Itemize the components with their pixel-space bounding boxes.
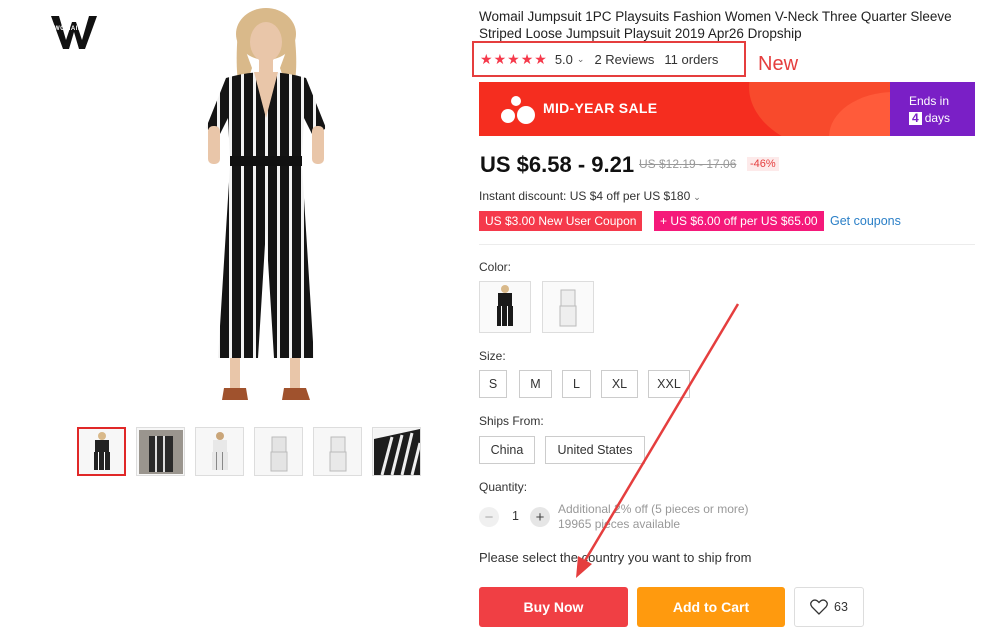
quantity-info: Additional 2% off (5 pieces or more) 199… [558,502,749,532]
instant-discount[interactable]: Instant discount: US $4 off per US $180 ⌄ [479,189,711,203]
size-option-s[interactable]: S [479,370,507,398]
product-title: Womail Jumpsuit 1PC Playsuits Fashion Wo… [479,9,952,41]
star-icon: ★ [493,51,507,67]
color-option-black[interactable] [479,281,531,333]
instant-discount-text: Instant discount: US $4 off per US $180 [479,189,691,203]
thumbnail-3[interactable] [195,427,244,476]
logo-mark [51,16,97,49]
thumbnail-4[interactable] [254,427,303,476]
thumbnail-2[interactable] [136,427,185,476]
thumbnail-1[interactable] [77,427,126,476]
star-icon: ★ [507,51,520,67]
size-option-l[interactable]: L [562,370,591,398]
ships-from-label: Ships From: [479,414,544,428]
rating-value: 5.0 [554,51,573,67]
current-price: US $6.58 - 9.21 [480,152,635,177]
chevron-down-icon[interactable]: ⌄ [577,54,585,65]
new-user-coupon[interactable]: US $3.00 New User Coupon [479,211,643,231]
star-icon: ★ [520,51,534,67]
main-product-image[interactable] [186,8,346,414]
quantity-decrease-button[interactable]: − [479,507,499,527]
size-option-xl[interactable]: XL [601,370,638,398]
star-icon: ★ [480,51,493,67]
size-option-xxl[interactable]: XXL [648,370,690,398]
wishlist-button[interactable]: 63 [794,587,864,627]
brand-logo[interactable]: WOMAIL [50,14,98,50]
rating-summary[interactable]: ★ ★ ★ ★ ★ 5.0 ⌄ 2 Reviews 11 orders [472,41,746,77]
ship-country-message: Please select the country you want to sh… [479,550,752,565]
chevron-down-icon[interactable]: ⌄ [693,192,701,202]
thumbnail-strip [77,427,421,476]
star-rating: ★ ★ ★ ★ ★ [480,52,547,66]
thumbnail-6[interactable] [372,427,421,476]
logo-text: WOMAIL [54,26,82,32]
thumbnail-5[interactable] [313,427,362,476]
wishlist-count: 63 [834,600,848,614]
store-coupon[interactable]: + US $6.00 off per US $65.00 [654,211,824,231]
size-option-m[interactable]: M [519,370,552,398]
divider [479,244,975,245]
ends-in-number: 4 [909,112,922,125]
orders-count: 11 orders [664,51,719,67]
discount-badge: -46% [747,157,779,171]
heart-icon [810,599,828,615]
add-to-cart-button[interactable]: Add to Cart [637,587,785,627]
quantity-increase-button[interactable]: + [530,507,550,527]
ends-in-unit: days [924,111,951,125]
color-label: Color: [479,260,512,274]
sale-logo-icon [501,109,515,123]
reviews-link[interactable]: 2 Reviews [594,52,654,67]
sale-countdown: Ends in 4 days [890,82,975,136]
quantity-value[interactable]: 1 [512,509,519,523]
annotation-new-label: New [758,53,799,75]
original-price: US $12.19 - 17.06 [639,157,737,171]
color-option-white[interactable] [542,281,594,333]
quantity-label: Quantity: [479,480,528,494]
sale-title: MID-YEAR SALE [543,100,658,116]
star-icon: ★ [534,51,547,67]
ships-from-united-states[interactable]: United States [545,436,645,464]
mid-year-sale-banner[interactable]: MID-YEAR SALE Ends in 4 days [479,82,975,136]
get-coupons-link[interactable]: Get coupons [830,214,901,228]
bulk-discount-note: Additional 2% off (5 pieces or more) [558,502,749,516]
size-label: Size: [479,349,506,363]
ends-in-label: Ends in [909,94,950,108]
ships-from-china[interactable]: China [479,436,535,464]
buy-now-button[interactable]: Buy Now [479,587,628,627]
stock-available: 19965 pieces available [558,517,681,531]
